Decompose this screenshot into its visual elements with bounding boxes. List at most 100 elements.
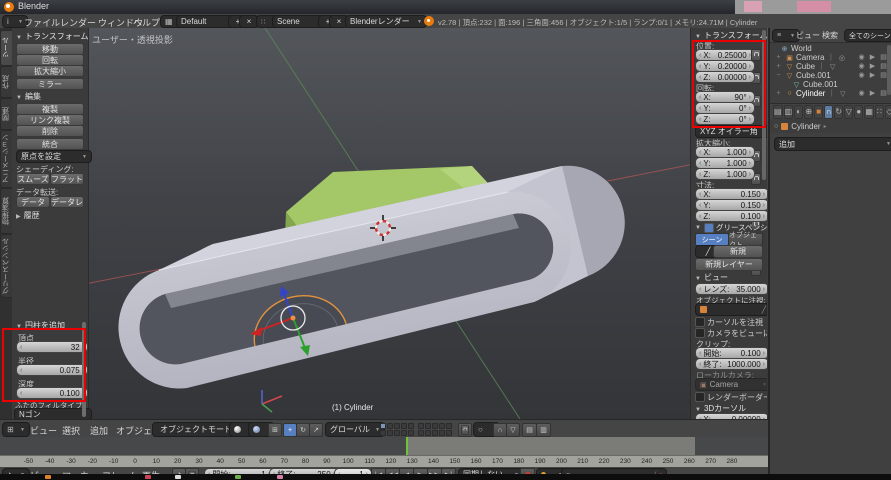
outliner-row-toggles[interactable]: ◉▶▤ [856,71,889,79]
layer-toggle[interactable] [425,423,431,429]
viewport-editor-type-button[interactable]: ⊞▼ [2,422,30,437]
layer-toggle[interactable] [408,423,414,429]
set-origin-dropdown[interactable]: 原点を設定▼ [16,150,92,163]
layer-toggle[interactable] [432,430,438,436]
outliner-row-cylinder[interactable]: +○Cylinder|▽ [774,89,847,98]
tab-data-icon[interactable]: ▽ [844,105,853,119]
outliner-row-toggles[interactable]: ◉▶▤ [856,62,889,70]
layer-toggle[interactable] [401,423,407,429]
viewport-menu-add[interactable]: 追加 [90,424,108,437]
layer-toggle[interactable] [408,430,414,436]
tab-particles-icon[interactable]: ∷ [875,105,884,119]
rotation-mode-dropdown[interactable]: XYZ オイラー角▼ [695,125,767,138]
tab-world-icon[interactable]: ⊕ [804,105,813,119]
layer-toggle[interactable] [394,430,400,436]
scale-z-field[interactable]: ‹Z:1.000› [695,168,755,180]
rotation-z-field[interactable]: ‹Z:0°› [695,113,755,125]
history-panel-header[interactable]: ▶履歴 [16,210,40,221]
viewport-menu-view[interactable]: ビュー [30,424,57,437]
lock-location-x-icon[interactable] [751,49,761,61]
manipulator-rotate-button[interactable]: ↻ [296,423,310,437]
lock-cursor-checkbox[interactable] [695,317,705,327]
tab-object-icon[interactable]: ■ [814,105,823,119]
layer-toggle[interactable] [387,423,393,429]
outliner-row-toggles[interactable]: ◉▶▤ [856,89,889,97]
layer-toggle[interactable] [432,423,438,429]
depth-field[interactable]: ‹0.100› [16,387,88,399]
layer-toggle[interactable] [439,430,445,436]
outliner-menu-view[interactable]: ビュー [796,30,820,41]
tab-modifiers-icon[interactable]: ↻ [834,105,843,119]
outliner-row-camera[interactable]: +▣Camera|◎ [774,53,846,62]
snap-grid-icon[interactable]: ⊞ [268,423,282,437]
join-button[interactable]: 統合 [16,138,84,150]
screen-layout-select[interactable]: Default [176,15,236,28]
opengl-render-anim-icon[interactable]: ▥ [536,423,551,437]
viewport-canvas[interactable] [0,28,768,419]
radius-field[interactable]: ‹0.075› [16,364,88,376]
outliner-row-cube001-data[interactable]: ▽Cube.001 [792,80,838,89]
layer-toggle[interactable] [446,423,452,429]
edit-panel-header[interactable]: ▼編集 [16,91,41,102]
gpencil-new-button[interactable]: 新規 [713,245,763,258]
layer-toggle[interactable] [394,423,400,429]
add-constraint-dropdown[interactable]: 追加▼ [774,137,891,151]
data-layer-button[interactable]: データレ [50,196,84,208]
add-cylinder-panel-header[interactable]: ▼円柱を追加 [16,320,65,331]
new-layer-button[interactable]: 新規レイヤー [695,258,763,271]
mirror-button[interactable]: ミラー [16,78,84,90]
manipulator-translate-button[interactable]: + [283,423,297,437]
playhead[interactable] [406,437,408,455]
layer-toggle[interactable] [380,430,386,436]
mode-dropdown[interactable]: オブジェクトモード▼ [152,422,236,437]
lens-field[interactable]: ‹レンズ:35.000› [695,283,767,295]
dim-z-field[interactable]: ‹Z:0.100› [695,210,767,222]
npanel-scrollbar[interactable] [762,30,766,180]
vertices-field[interactable]: ‹32› [16,341,88,353]
gpencil-checkbox[interactable] [704,223,714,233]
shade-smooth-button[interactable]: スムーズ [16,173,50,185]
transform-panel-header[interactable]: ▼トランスフォーム [16,31,89,42]
layer-toggle[interactable] [425,430,431,436]
outliner-filter-dropdown[interactable]: 全てのシーン▼ [844,29,891,42]
tab-scene-icon[interactable]: ◐ [794,105,803,119]
data-button[interactable]: データ [16,196,50,208]
tab-texture-icon[interactable]: ▦ [864,105,874,119]
outliner-menu-search[interactable]: 検索 [822,30,838,41]
scale-button[interactable]: 拡大縮小 [16,65,84,77]
orientation-dropdown[interactable]: グローバル▼ [325,422,385,437]
clip-end-field[interactable]: ‹終了:1000.000› [695,358,767,370]
lock-object-field[interactable]: ╱ [695,303,767,316]
snap-magnet-icon[interactable]: ∩ [493,423,507,437]
outliner-row-world[interactable]: ⊕World [780,44,812,53]
timeline-band[interactable] [0,437,768,455]
outliner-row-cube001[interactable]: −▽Cube.001 [774,71,831,80]
opengl-render-image-icon[interactable]: ▤ [522,423,537,437]
layer-toggle[interactable] [446,430,452,436]
manipulator-scale-button[interactable]: ↗ [309,423,323,437]
delete-button[interactable]: 削除 [16,125,84,137]
layer-toggle[interactable] [380,423,386,429]
npanel-transform-header[interactable]: ▼トランスフォーム [695,30,767,41]
layer-toggle[interactable] [418,430,424,436]
toolshelf-scrollbar[interactable] [82,322,86,417]
outliner-scrollbar[interactable] [887,45,891,95]
outliner-row-cube[interactable]: +▽Cube|▽ [774,62,837,71]
shade-flat-button[interactable]: フラット [50,173,84,185]
tab-material-icon[interactable]: ● [854,105,863,119]
tab-render-layers-icon[interactable]: ▥ [784,105,794,119]
layer-toggle[interactable] [418,423,424,429]
layer-toggle[interactable] [401,430,407,436]
snap-element-icon[interactable]: ▽ [506,423,520,437]
camera-to-view-checkbox[interactable] [695,328,705,338]
location-z-field[interactable]: ‹Z:0.00000› [695,71,755,83]
render-engine-select[interactable]: Blenderレンダー▼ [345,15,427,28]
lock-to-scene-icon[interactable] [458,423,472,437]
pin-icon[interactable]: ○ [774,123,778,130]
view-panel-header[interactable]: ▼ビュー [695,272,728,283]
render-border-checkbox[interactable] [695,392,705,402]
layer-toggle[interactable] [439,423,445,429]
outliner-row-toggles[interactable]: ◉▶▤ [856,53,889,61]
layer-toggle[interactable] [387,430,393,436]
viewport-menu-select[interactable]: 選択 [62,424,80,437]
